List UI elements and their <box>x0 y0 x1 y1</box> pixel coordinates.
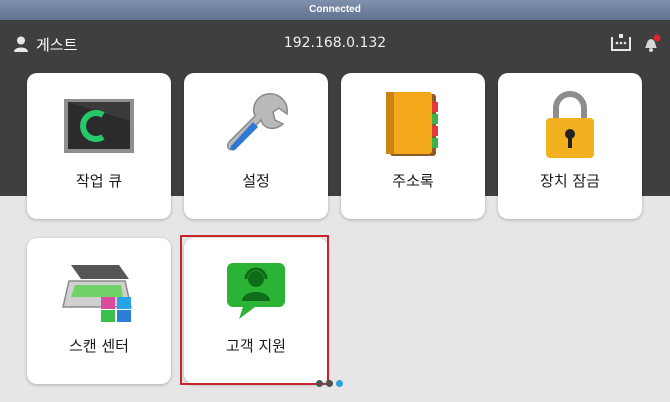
tile-device-lock[interactable]: 장치 잠금 <box>498 73 642 219</box>
notification-bell-icon[interactable] <box>642 34 662 58</box>
tile-job-queue[interactable]: 작업 큐 <box>27 73 171 219</box>
tile-address-book[interactable]: 주소록 <box>341 73 485 219</box>
address-book-icon <box>386 92 438 156</box>
monitor-icon <box>64 99 134 153</box>
tile-label: 장치 잠금 <box>540 172 600 190</box>
connection-status: Connected <box>309 4 361 15</box>
message-status-icon[interactable] <box>610 34 632 56</box>
tile-label: 주소록 <box>392 172 434 190</box>
tile-label: 설정 <box>242 172 270 190</box>
page-dot-active[interactable] <box>336 380 343 387</box>
status-bar: Connected <box>0 0 670 20</box>
scanner-icon <box>62 265 132 322</box>
ip-address: 192.168.0.132 <box>283 35 387 51</box>
page-dot[interactable] <box>316 380 323 387</box>
wrench-icon <box>226 93 288 151</box>
padlock-icon <box>546 91 594 158</box>
tile-settings[interactable]: 설정 <box>184 73 328 219</box>
tile-scan-center[interactable]: 스캔 센터 <box>27 238 171 384</box>
tile-label: 스캔 센터 <box>69 337 129 355</box>
tile-label: 작업 큐 <box>75 172 123 190</box>
selection-highlight <box>180 235 329 385</box>
page-indicator <box>316 380 343 387</box>
page-dot[interactable] <box>326 380 333 387</box>
